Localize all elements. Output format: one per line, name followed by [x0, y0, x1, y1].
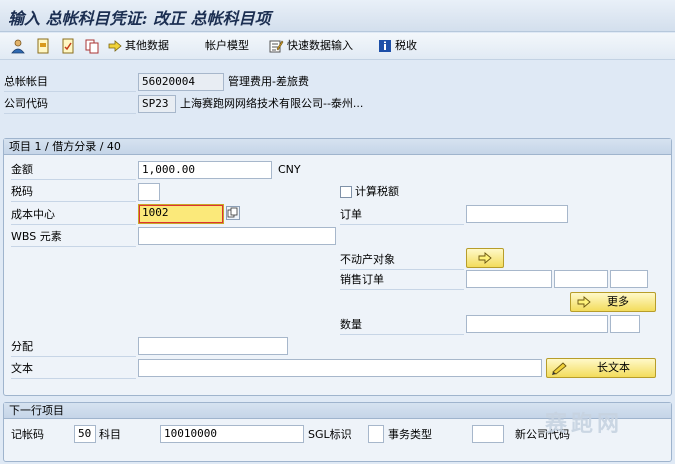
cost-center-input[interactable]: 1002: [138, 204, 224, 224]
wbs-element-input[interactable]: [138, 227, 336, 245]
assignment-input[interactable]: [138, 337, 288, 355]
order-input[interactable]: [466, 205, 568, 223]
arrow-right-icon: [577, 296, 591, 308]
company-code-label: 公司代码: [4, 97, 48, 110]
row-divider: [4, 113, 136, 114]
more-button[interactable]: 更多: [570, 292, 656, 312]
simulate-button[interactable]: [60, 37, 79, 55]
document-check-icon: [62, 38, 74, 54]
transaction-type-input[interactable]: [472, 425, 504, 443]
fast-entry-button[interactable]: 快速数据输入: [268, 37, 353, 55]
arrow-right-icon: [478, 252, 492, 264]
row-divider: [4, 91, 136, 92]
tax-code-label: 税码: [11, 185, 33, 198]
sales-order-input[interactable]: [466, 270, 552, 288]
text-input[interactable]: [138, 359, 542, 377]
other-data-label: 其他数据: [125, 39, 169, 52]
assignment-label: 分配: [11, 340, 33, 353]
real-estate-button[interactable]: [466, 248, 504, 268]
amount-input[interactable]: 1,000.00: [138, 161, 272, 179]
row-divider: [340, 334, 464, 335]
search-help-icon: [227, 207, 238, 218]
order-label: 订单: [340, 208, 362, 221]
tax-label: 税收: [395, 39, 417, 52]
application-toolbar: 其他数据 帐户模型 快速数据输入 税收: [0, 33, 675, 60]
currency-label: CNY: [278, 163, 301, 176]
edit-list-icon: [269, 40, 284, 53]
person-icon: [11, 39, 25, 54]
posting-key-input[interactable]: 50: [74, 425, 96, 443]
sales-order-item-input[interactable]: [554, 270, 608, 288]
other-data-button[interactable]: 其他数据: [108, 37, 169, 55]
tax-button[interactable]: 税收: [378, 37, 417, 55]
company-code-field: SP23: [138, 95, 176, 113]
sgl-indicator-input[interactable]: [368, 425, 384, 443]
row-divider: [340, 269, 464, 270]
sales-order-label: 销售订单: [340, 273, 384, 286]
quantity-label: 数量: [340, 318, 362, 331]
sales-order-schedule-input[interactable]: [610, 270, 648, 288]
account-label: 科目: [99, 428, 121, 441]
document-icon: [37, 38, 49, 54]
account-model-label: 帐户模型: [205, 39, 249, 52]
row-divider: [340, 289, 464, 290]
row-divider: [340, 224, 464, 225]
window-title: 输入 总帐科目凭证: 改正 总帐科目项: [8, 9, 271, 28]
copy-button[interactable]: [84, 37, 103, 55]
calculate-tax-checkbox[interactable]: [340, 186, 352, 198]
gl-account-field: 56020004: [138, 73, 224, 91]
item-panel-title: 项目 1 / 借方分录 / 40: [4, 139, 671, 155]
info-icon: [379, 40, 391, 52]
quantity-unit-input[interactable]: [610, 315, 640, 333]
title-bar: 输入 总帐科目凭证: 改正 总帐科目项: [0, 0, 675, 32]
quantity-input[interactable]: [466, 315, 608, 333]
fast-entry-label: 快速数据输入: [287, 39, 353, 52]
gl-account-label: 总帐帐目: [4, 75, 48, 88]
company-code-description: 上海赛跑网网络技术有限公司--泰州...: [180, 97, 364, 110]
row-divider: [11, 378, 136, 379]
account-input[interactable]: 10010000: [160, 425, 304, 443]
search-help-button[interactable]: [226, 206, 240, 220]
cost-center-label: 成本中心: [11, 208, 55, 221]
copy-icon: [85, 39, 99, 54]
tax-code-input[interactable]: [138, 183, 160, 201]
row-divider: [11, 224, 136, 225]
calculate-tax-label: 计算税额: [355, 185, 399, 198]
sgl-indicator-label: SGL标识: [308, 428, 352, 441]
transaction-type-label: 事务类型: [388, 428, 432, 441]
row-divider: [11, 246, 136, 247]
amount-label: 金额: [11, 163, 33, 176]
more-button-label: 更多: [607, 295, 629, 308]
long-text-button[interactable]: 长文本: [546, 358, 656, 378]
watermark-logo: 赛跑网: [545, 412, 624, 437]
text-label: 文本: [11, 362, 33, 375]
gl-account-description: 管理费用-差旅费: [228, 75, 309, 88]
posting-key-label: 记帐码: [11, 428, 44, 441]
arrow-right-icon: [108, 40, 122, 52]
row-divider: [11, 356, 136, 357]
pencil-icon: [552, 362, 567, 375]
row-divider: [11, 179, 136, 180]
account-model-button[interactable]: 帐户模型: [205, 37, 249, 55]
document-overview-button[interactable]: [35, 37, 54, 55]
wbs-element-label: WBS 元素: [11, 230, 62, 243]
person-icon-button[interactable]: [10, 37, 29, 55]
real-estate-label: 不动产对象: [340, 253, 395, 266]
long-text-button-label: 长文本: [597, 361, 630, 374]
row-divider: [11, 201, 136, 202]
